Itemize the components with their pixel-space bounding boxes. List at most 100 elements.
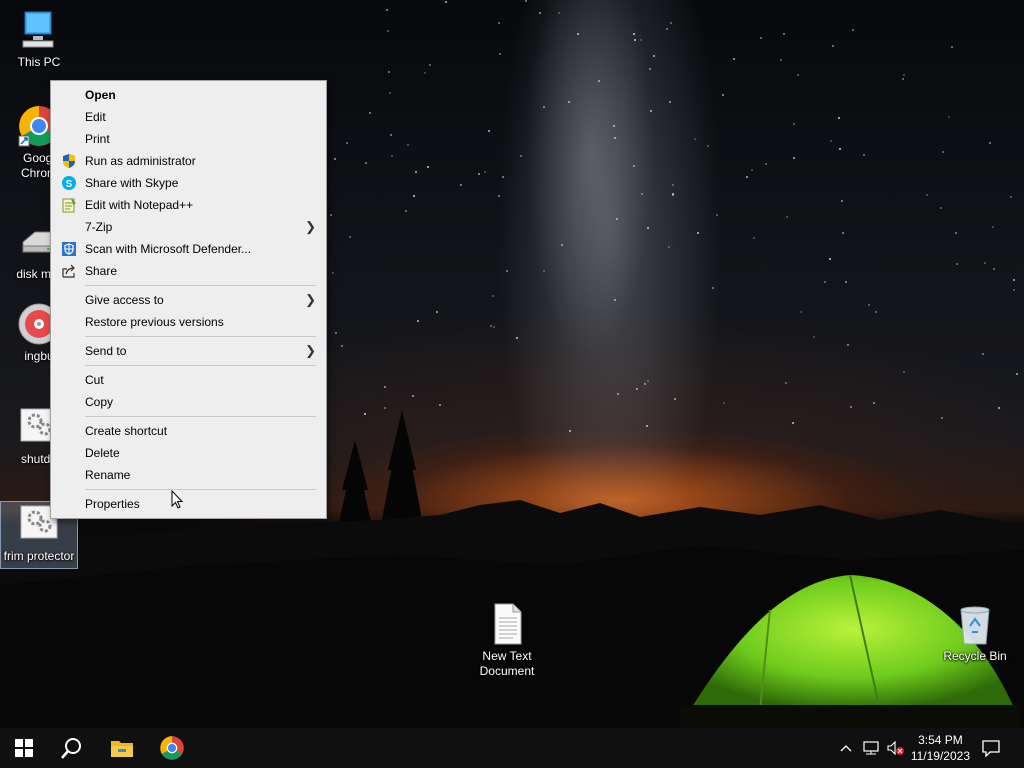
star [543,270,545,272]
menu-item-give-access-to[interactable]: Give access to ❯ [51,289,326,311]
menu-item-cut[interactable]: Cut [51,369,326,391]
search-button[interactable] [48,728,96,768]
star [792,422,794,424]
star [649,68,651,70]
desktop-icon-label: New Text Document [479,649,535,678]
star [499,53,501,55]
star [800,311,802,313]
star [577,33,579,35]
menu-item-create-shortcut[interactable]: Create shortcut [51,420,326,442]
star [793,157,795,159]
desktop-icon-label: frim protector [3,549,75,563]
mouse-cursor-icon [171,490,184,509]
menu-item-print[interactable]: Print [51,128,326,150]
star [384,386,386,388]
chrome-icon [160,736,184,760]
menu-item-properties[interactable]: Properties [51,493,326,515]
taskbar-clock[interactable]: 3:54 PM 11/19/2023 [911,732,970,764]
chevron-right-icon: ❯ [305,219,316,234]
star [516,337,518,339]
star [746,176,748,178]
star [613,125,615,127]
star [369,112,371,114]
network-icon[interactable] [862,740,880,756]
notepadpp-icon [62,198,76,213]
menu-item-open[interactable]: Open [51,84,326,106]
defender-icon [62,242,76,256]
menu-separator [85,365,316,366]
star [716,214,718,216]
desktop-icon-this-pc[interactable]: This PC [0,8,78,70]
taskbar-file-explorer[interactable] [98,728,146,768]
star [616,218,618,220]
star [786,216,788,218]
menu-item-share[interactable]: Share [51,260,326,282]
menu-item-edit[interactable]: Edit [51,106,326,128]
star [520,155,522,157]
star [873,402,875,404]
star [926,194,928,196]
taskbar-chrome[interactable] [148,728,196,768]
star [502,176,504,178]
star [417,320,419,322]
star [415,171,417,173]
chevron-up-icon[interactable] [838,740,854,756]
menu-item-restore-previous-versions[interactable]: Restore previous versions [51,311,326,333]
menu-item-rename[interactable]: Rename [51,464,326,486]
star [780,59,782,61]
action-center-button[interactable] [968,728,1014,768]
system-tray [838,728,904,768]
star [955,232,957,234]
desktop-icon-new-text-document[interactable]: New Text Document [468,602,546,679]
menu-item-scan-with-defender[interactable]: Scan with Microsoft Defender... [51,238,326,260]
menu-item-delete[interactable]: Delete [51,442,326,464]
star [436,311,438,313]
star [842,232,844,234]
star [797,74,799,76]
star [653,55,655,57]
star [852,29,854,31]
menu-item-share-with-skype[interactable]: S Share with Skype [51,172,326,194]
menu-item-edit-with-notepadpp[interactable]: Edit with Notepad++ [51,194,326,216]
menu-separator [85,336,316,337]
star [875,311,877,313]
star [543,106,545,108]
star [424,72,426,74]
star [407,144,409,146]
start-button[interactable] [0,728,48,768]
menu-item-7zip[interactable]: 7-Zip ❯ [51,216,326,238]
star [525,0,527,2]
star [941,417,943,419]
menu-item-run-as-administrator[interactable]: Run as administrator [51,150,326,172]
star [429,64,431,66]
star [824,281,826,283]
star [634,39,636,41]
star [641,193,643,195]
star [332,272,334,274]
star [942,151,944,153]
star [647,380,649,382]
star [940,207,942,209]
taskbar: 3:54 PM 11/19/2023 [0,728,1024,768]
action-center-icon [982,740,1000,757]
star [783,33,785,35]
star [793,123,795,125]
svg-text:S: S [66,179,73,190]
volume-muted-icon[interactable] [886,740,904,756]
star [349,236,351,238]
star [384,407,386,409]
recycle-bin-icon [960,606,990,645]
menu-item-copy[interactable]: Copy [51,391,326,413]
star [712,287,714,289]
star [484,171,486,173]
star [614,137,616,139]
star [460,184,462,186]
star [765,163,767,165]
star [847,344,849,346]
star [902,78,904,80]
menu-item-send-to[interactable]: Send to ❯ [51,340,326,362]
desktop-icon-recycle-bin[interactable]: Recycle Bin [936,602,1014,664]
star [386,9,388,11]
star [830,140,832,142]
clock-date: 11/19/2023 [910,749,970,763]
